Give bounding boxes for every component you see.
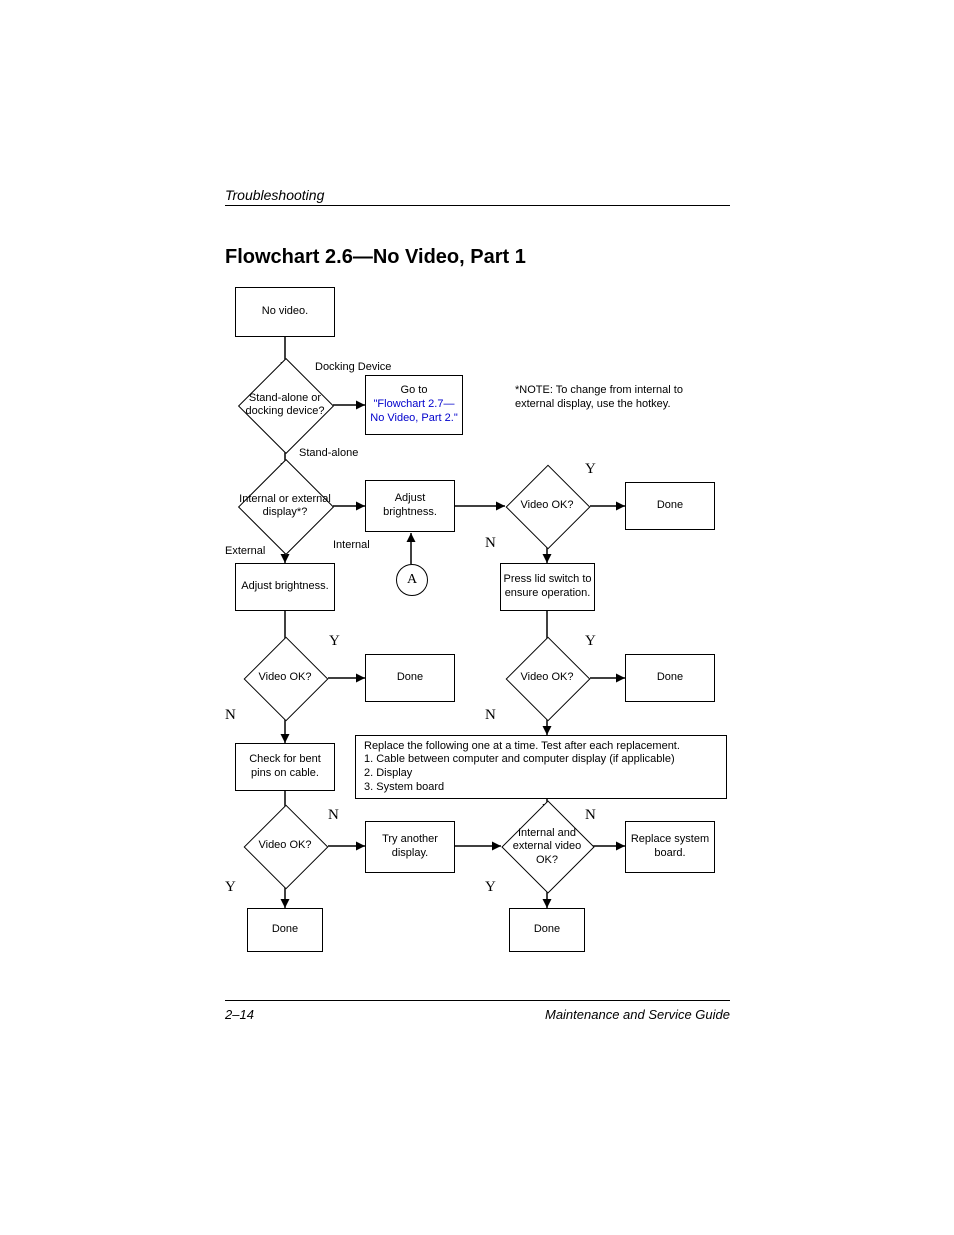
node-video-ok-1 <box>506 465 591 550</box>
label-n: N <box>485 535 496 552</box>
node-replace-list: Replace the following one at a time. Tes… <box>355 735 727 799</box>
node-internal-external-question <box>238 459 334 555</box>
note-hotkey: *NOTE: To change from internal to extern… <box>515 383 705 412</box>
text: Adjust brightness. <box>368 492 452 520</box>
label-y: Y <box>585 633 596 650</box>
text: Try another display. <box>368 833 452 861</box>
node-done-3: Done <box>625 654 715 702</box>
label-n: N <box>225 707 236 724</box>
node-try-another-display: Try another display. <box>365 821 455 873</box>
node-press-lid: Press lid switch to ensure operation. <box>500 563 595 611</box>
label-y: Y <box>329 633 340 650</box>
label-external: External <box>225 545 265 557</box>
text: Done <box>657 499 683 513</box>
node-adjust-brightness-internal: Adjust brightness. <box>365 480 455 532</box>
flowchart-diagram: No video. Stand-alone or docking device?… <box>225 283 730 983</box>
node-video-ok-4 <box>244 805 329 890</box>
label-y: Y <box>225 879 236 896</box>
node-goto-flowchart: Go to "Flowchart 2.7—No Video, Part 2." <box>365 375 463 435</box>
text: Done <box>657 671 683 685</box>
label-internal: Internal <box>333 539 370 551</box>
text: No video. <box>262 305 308 319</box>
label-n: N <box>585 807 596 824</box>
page-title: Flowchart 2.6—No Video, Part 1 <box>225 246 730 269</box>
page-footer: 2–14 Maintenance and Service Guide <box>225 1000 730 1022</box>
text: Check for bent pins on cable. <box>238 753 332 781</box>
label-docking-device: Docking Device <box>315 361 391 373</box>
text: Go to <box>401 384 428 398</box>
link-flowchart-2-7[interactable]: "Flowchart 2.7—No Video, Part 2." <box>368 398 460 426</box>
label-stand-alone: Stand-alone <box>299 447 358 459</box>
text: A <box>407 572 417 588</box>
node-adjust-brightness-external: Adjust brightness. <box>235 563 335 611</box>
section-label: Troubleshooting <box>225 187 730 203</box>
node-video-ok-2 <box>244 637 329 722</box>
label-y: Y <box>585 461 596 478</box>
header-rule <box>225 205 730 206</box>
text: Done <box>534 923 560 937</box>
text: Press lid switch to ensure operation. <box>503 573 592 601</box>
label-y: Y <box>485 879 496 896</box>
page-number: 2–14 <box>225 1007 254 1022</box>
node-done-4: Done <box>247 908 323 952</box>
node-int-ext-video-ok <box>501 800 594 893</box>
node-video-ok-3 <box>506 637 591 722</box>
node-check-bent-pins: Check for bent pins on cable. <box>235 743 335 791</box>
node-done-5: Done <box>509 908 585 952</box>
label-n: N <box>485 707 496 724</box>
text: Replace system board. <box>628 833 712 861</box>
connector-a: A <box>396 564 428 596</box>
text: Adjust brightness. <box>241 580 328 594</box>
text: Replace the following one at a time. Tes… <box>364 740 680 795</box>
text: Done <box>397 671 423 685</box>
text: Done <box>272 923 298 937</box>
node-replace-system-board: Replace system board. <box>625 821 715 873</box>
node-done-1: Done <box>625 482 715 530</box>
book-title: Maintenance and Service Guide <box>545 1007 730 1022</box>
node-done-2: Done <box>365 654 455 702</box>
node-no-video: No video. <box>235 287 335 337</box>
label-n: N <box>328 807 339 824</box>
